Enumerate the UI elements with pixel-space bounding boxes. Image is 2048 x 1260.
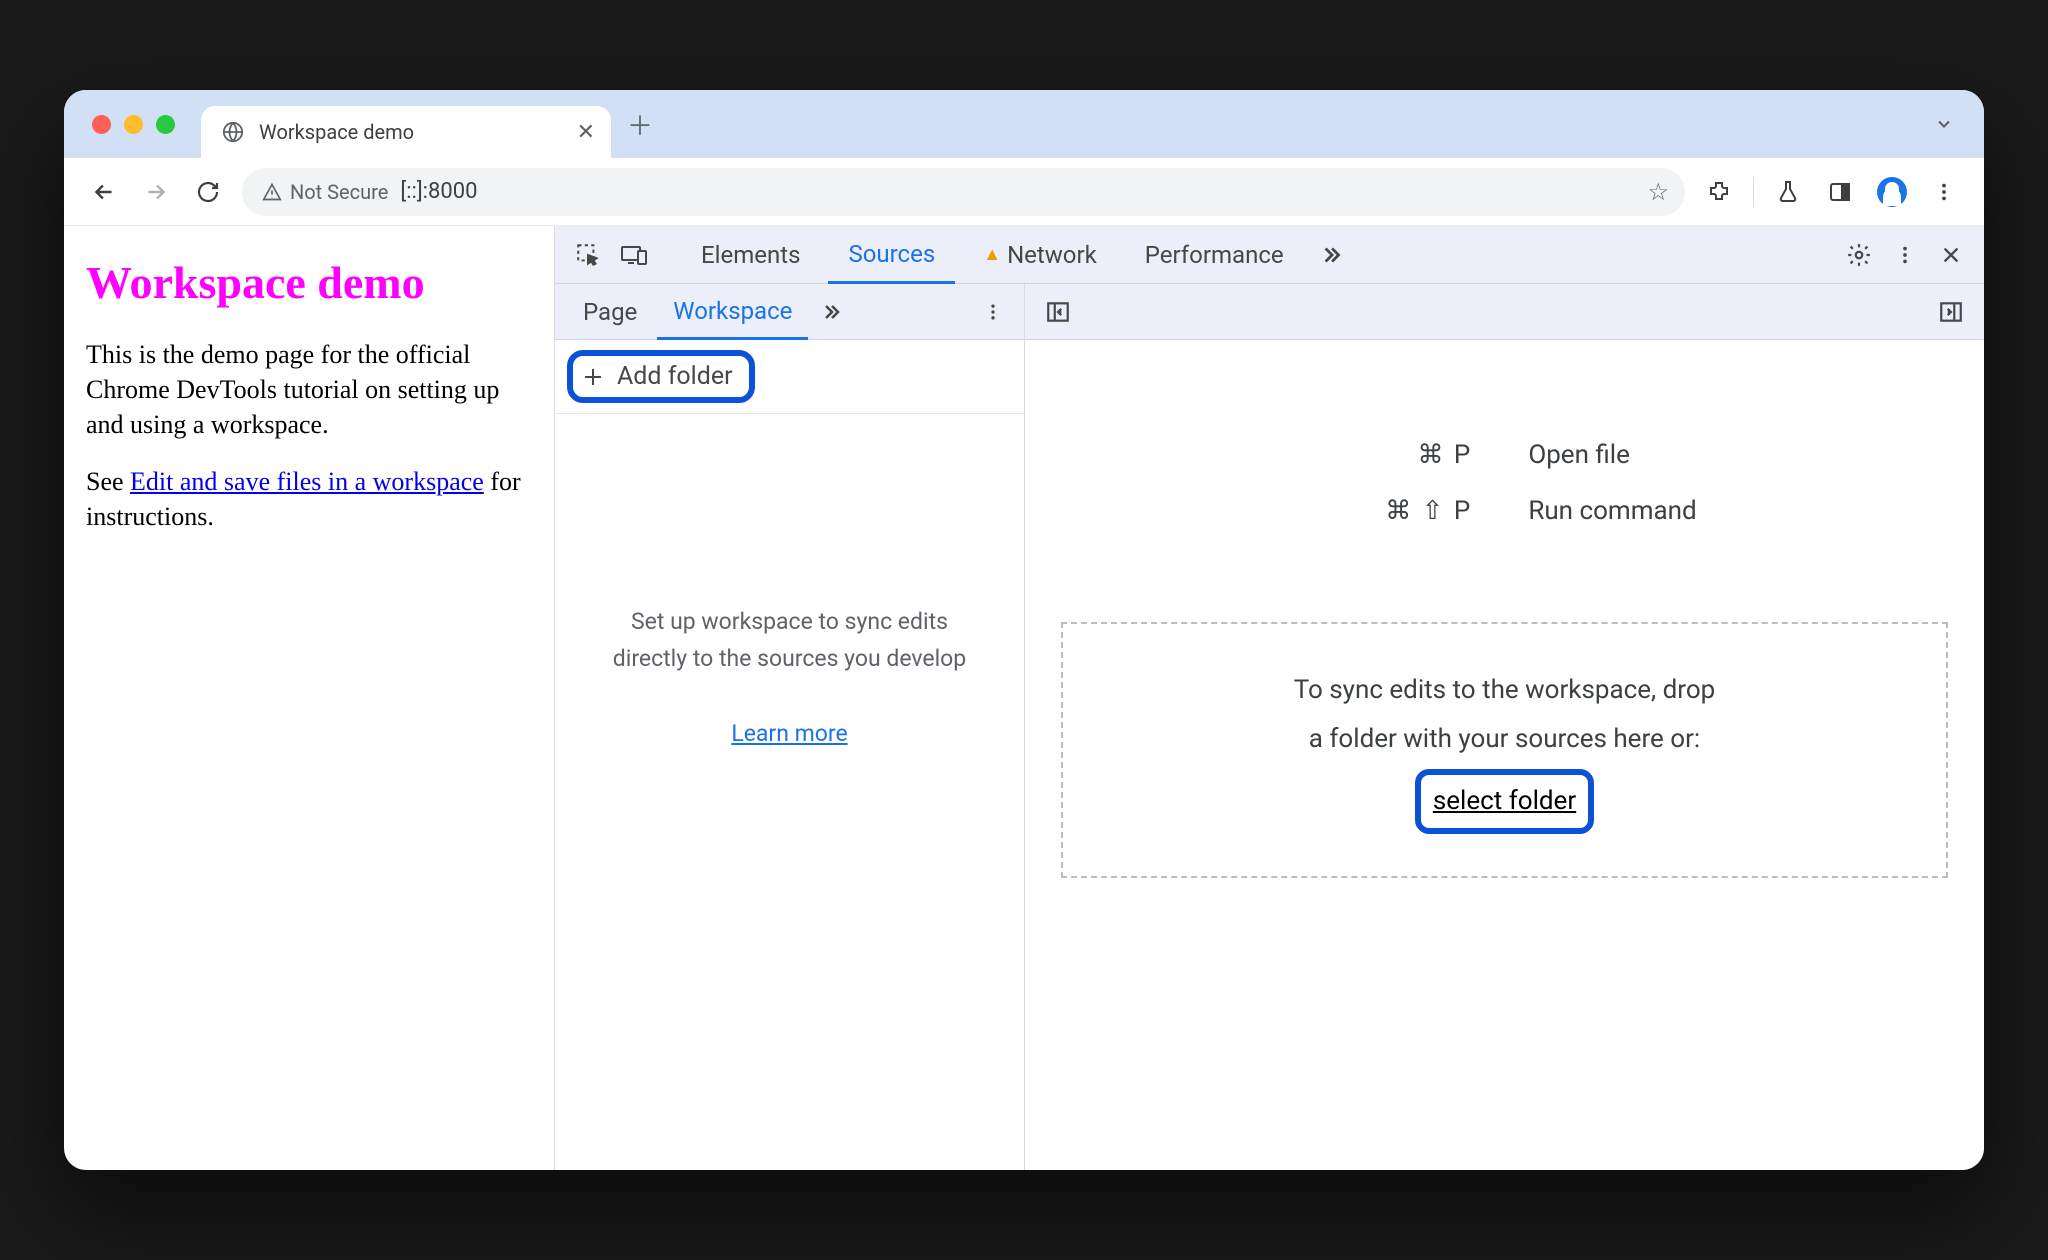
- warning-triangle-icon: ▲: [983, 244, 1001, 265]
- shortcut-cmd-keys: ⌘ ⇧ P: [1312, 496, 1472, 526]
- page-viewport: Workspace demo This is the demo page for…: [64, 226, 554, 1170]
- security-label: Not Secure: [290, 180, 388, 204]
- subtab-page[interactable]: Page: [567, 284, 653, 339]
- shortcut-open-file: ⌘ P Open file: [1312, 440, 1696, 470]
- more-subtabs-button[interactable]: [812, 293, 850, 331]
- editor-body: ⌘ P Open file ⌘ ⇧ P Run command To sync …: [1025, 340, 1984, 1170]
- tab-strip: Workspace demo ✕ ＋: [64, 90, 1984, 158]
- page-paragraph-2: See Edit and save files in a workspace f…: [86, 464, 536, 534]
- select-folder-link[interactable]: select folder: [1433, 786, 1576, 816]
- shortcut-open-label: Open file: [1528, 440, 1630, 470]
- workspace-dropzone[interactable]: To sync edits to the workspace, drop a f…: [1061, 622, 1948, 878]
- forward-button[interactable]: [138, 174, 174, 210]
- security-badge[interactable]: Not Secure: [262, 180, 388, 204]
- add-folder-row: Add folder: [555, 340, 1024, 414]
- devtools-main: Page Workspace Add folder: [555, 284, 1984, 1170]
- select-folder-highlight: select folder: [1415, 769, 1594, 834]
- add-folder-button[interactable]: Add folder: [567, 350, 755, 403]
- tab-title: Workspace demo: [259, 120, 563, 144]
- window-minimize-button[interactable]: [124, 115, 143, 134]
- editor-header: [1025, 284, 1984, 340]
- collapse-sidebar-button[interactable]: [1039, 293, 1077, 331]
- inspect-element-button[interactable]: [569, 236, 607, 274]
- toolbar-separator: [1753, 177, 1754, 207]
- extensions-button[interactable]: [1701, 174, 1737, 210]
- devtools-close-button[interactable]: [1932, 236, 1970, 274]
- shortcut-run-command: ⌘ ⇧ P Run command: [1312, 496, 1696, 526]
- address-bar[interactable]: Not Secure [::]:8000 ☆: [242, 168, 1685, 216]
- window-close-button[interactable]: [92, 115, 111, 134]
- sources-subtabs: Page Workspace: [555, 284, 1024, 340]
- labs-button[interactable]: [1770, 174, 1806, 210]
- learn-more-link[interactable]: Learn more: [731, 720, 847, 747]
- dropzone-text-1: To sync edits to the workspace, drop: [1109, 666, 1900, 715]
- devtools-menu-button[interactable]: [1886, 236, 1924, 274]
- url-text: [::]:8000: [400, 179, 1635, 204]
- tab-elements[interactable]: Elements: [681, 226, 820, 283]
- browser-window: Workspace demo ✕ ＋ Not Secure [::]:8000 …: [64, 90, 1984, 1170]
- content-area: Workspace demo This is the demo page for…: [64, 226, 1984, 1170]
- dropzone-text-2: a folder with your sources here or:: [1109, 715, 1900, 764]
- devtools-settings-button[interactable]: [1840, 236, 1878, 274]
- sources-sidebar: Page Workspace Add folder: [555, 284, 1025, 1170]
- devtools-tabbar: Elements Sources ▲ Network Performance: [555, 226, 1984, 284]
- page-paragraph-1: This is the demo page for the official C…: [86, 337, 536, 442]
- shortcut-open-keys: ⌘ P: [1312, 440, 1472, 470]
- collapse-right-button[interactable]: [1932, 293, 1970, 331]
- subtab-workspace[interactable]: Workspace: [657, 285, 808, 340]
- workspace-docs-link[interactable]: Edit and save files in a workspace: [130, 467, 484, 496]
- device-toolbar-button[interactable]: [615, 236, 653, 274]
- workspace-help-text: Set up workspace to sync edits directly …: [591, 604, 988, 678]
- window-maximize-button[interactable]: [156, 115, 175, 134]
- devtools-panel: Elements Sources ▲ Network Performance: [554, 226, 1984, 1170]
- page-heading: Workspace demo: [86, 258, 536, 309]
- sidebar-menu-button[interactable]: [974, 293, 1012, 331]
- sources-editor: ⌘ P Open file ⌘ ⇧ P Run command To sync …: [1025, 284, 1984, 1170]
- tab-sources[interactable]: Sources: [828, 227, 955, 284]
- side-panel-button[interactable]: [1822, 174, 1858, 210]
- bookmark-star-icon[interactable]: ☆: [1647, 178, 1669, 206]
- tab-performance[interactable]: Performance: [1125, 226, 1304, 283]
- browser-tab[interactable]: Workspace demo ✕: [201, 106, 611, 158]
- globe-icon: [221, 120, 245, 144]
- tab-list-dropdown[interactable]: [1922, 108, 1966, 140]
- add-folder-label: Add folder: [617, 362, 733, 391]
- tab-close-button[interactable]: ✕: [577, 120, 595, 145]
- chrome-menu-button[interactable]: [1926, 174, 1962, 210]
- workspace-help: Set up workspace to sync edits directly …: [555, 414, 1024, 1170]
- para2-prefix: See: [86, 467, 130, 496]
- reload-button[interactable]: [190, 174, 226, 210]
- profile-button[interactable]: [1874, 174, 1910, 210]
- plus-icon: [581, 365, 605, 389]
- shortcut-hints: ⌘ P Open file ⌘ ⇧ P Run command: [1312, 440, 1696, 552]
- window-controls: [92, 115, 175, 134]
- browser-toolbar: Not Secure [::]:8000 ☆: [64, 158, 1984, 226]
- new-tab-button[interactable]: ＋: [627, 106, 653, 143]
- tab-network[interactable]: ▲ Network: [963, 226, 1117, 283]
- more-tabs-button[interactable]: [1312, 236, 1350, 274]
- tab-network-label: Network: [1007, 241, 1097, 269]
- avatar-icon: [1877, 177, 1907, 207]
- back-button[interactable]: [86, 174, 122, 210]
- shortcut-cmd-label: Run command: [1528, 496, 1696, 526]
